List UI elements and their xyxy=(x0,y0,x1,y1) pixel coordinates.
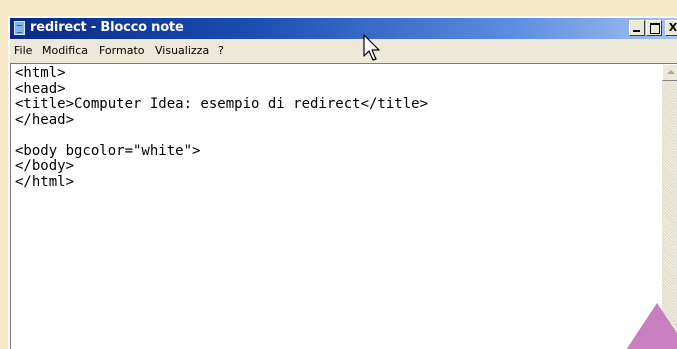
menu-modifica[interactable]: Modifica xyxy=(42,44,88,57)
editor-content[interactable]: <html> <head> <title>Computer Idea: esem… xyxy=(15,65,428,190)
menu-bar: File Modifica Formato Visualizza ? xyxy=(10,40,677,62)
notepad-window: redirect - Blocco note X File Modifica F… xyxy=(8,16,677,349)
mouse-pointer-icon xyxy=(363,34,380,61)
menu-help[interactable]: ? xyxy=(218,44,224,57)
text-editor-area[interactable]: <html> <head> <title>Computer Idea: esem… xyxy=(10,63,662,349)
triangle-decoration-icon xyxy=(626,303,677,349)
minimize-button[interactable] xyxy=(629,20,645,36)
menu-file[interactable]: File xyxy=(14,44,32,57)
menu-visualizza[interactable]: Visualizza xyxy=(155,44,209,57)
close-button[interactable]: X xyxy=(665,20,677,36)
scroll-up-arrow-icon[interactable] xyxy=(662,64,677,81)
screenshot-page: redirect - Blocco note X File Modifica F… xyxy=(0,0,677,349)
notepad-icon[interactable] xyxy=(14,21,25,35)
minimize-icon xyxy=(633,30,640,32)
window-title: redirect - Blocco note xyxy=(30,20,184,35)
menu-formato[interactable]: Formato xyxy=(99,44,145,57)
title-bar[interactable]: redirect - Blocco note X xyxy=(10,18,677,39)
maximize-button[interactable] xyxy=(646,20,662,36)
maximize-icon xyxy=(650,23,660,34)
